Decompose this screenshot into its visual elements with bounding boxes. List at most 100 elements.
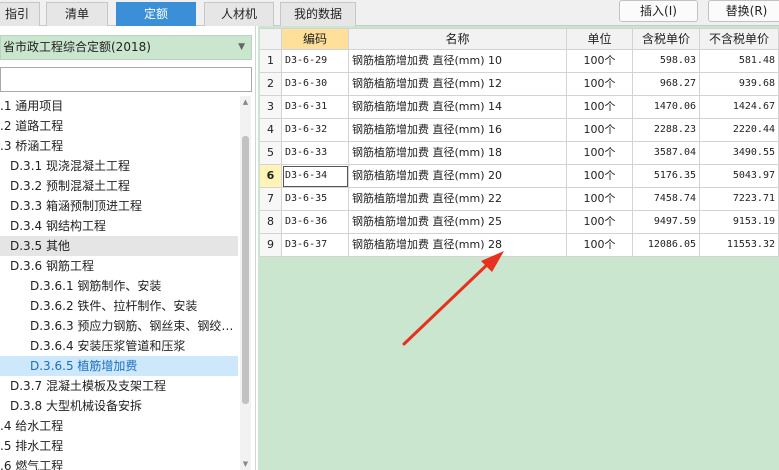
tree-item[interactable]: D.3.6 钢筋工程 (0, 256, 238, 276)
column-header-name[interactable]: 名称 (349, 28, 567, 50)
header-corner[interactable] (260, 28, 282, 50)
tree-item[interactable]: D.3.6.2 铁件、拉杆制作、安装 (0, 296, 238, 316)
tree-item-label: .6 燃气工程 (0, 459, 64, 470)
tree-item[interactable]: D.3.7 混凝土模板及支架工程 (0, 376, 238, 396)
tree-item[interactable]: D.3.2 预制混凝土工程 (0, 176, 238, 196)
row-number[interactable]: 3 (260, 96, 282, 119)
quota-library-select[interactable]: 省市政工程综合定额(2018) ▼ (0, 35, 252, 60)
cell-price_notax[interactable]: 7223.71 (700, 188, 779, 211)
cell-unit[interactable]: 100个 (567, 142, 633, 165)
tree-item[interactable]: .1 通用项目 (0, 96, 238, 116)
cell-code[interactable]: D3-6-31 (282, 96, 349, 119)
cell-name[interactable]: 钢筋植筋增加费 直径(mm) 20 (349, 165, 567, 188)
chevron-down-icon[interactable]: ▼ (238, 36, 245, 59)
tree-scrollbar[interactable]: ▲ ▼ (240, 96, 251, 470)
row-number[interactable]: 7 (260, 188, 282, 211)
quota-table-area: 编码 名称 单位 含税单价 不含税单价 1 D3-6-29 钢筋植筋增加费 直径(mm) 10… (258, 26, 779, 470)
tab-bill[interactable]: 清单 (46, 2, 108, 26)
row-number[interactable]: 9 (260, 234, 282, 257)
cell-name[interactable]: 钢筋植筋增加费 直径(mm) 14 (349, 96, 567, 119)
tab-my-data[interactable]: 我的数据 (280, 2, 356, 26)
cell-unit[interactable]: 100个 (567, 73, 633, 96)
tree-item[interactable]: D.3.6.4 安装压浆管道和压浆 (0, 336, 238, 356)
column-header-unit[interactable]: 单位 (567, 28, 633, 50)
tree-item[interactable]: D.3.6.1 钢筋制作、安装 (0, 276, 238, 296)
row-number[interactable]: 8 (260, 211, 282, 234)
cell-unit[interactable]: 100个 (567, 96, 633, 119)
tab-guide[interactable]: 指引 (0, 2, 40, 26)
scroll-up-icon[interactable]: ▲ (240, 96, 251, 108)
tree-item[interactable]: D.3.5 其他 (0, 236, 238, 256)
tree-item-label: D.3.6.4 安装压浆管道和压浆 (30, 339, 186, 353)
cell-code[interactable]: D3-6-35 (282, 188, 349, 211)
cell-price_tax[interactable]: 5176.35 (633, 165, 700, 188)
column-header-price_tax[interactable]: 含税单价 (633, 28, 700, 50)
cell-code[interactable]: D3-6-37 (282, 234, 349, 257)
cell-price_notax[interactable]: 11553.32 (700, 234, 779, 257)
tree-item[interactable]: D.3.6.3 预应力钢筋、钢丝束、钢绞… (0, 316, 238, 336)
cell-name[interactable]: 钢筋植筋增加费 直径(mm) 10 (349, 50, 567, 73)
cell-name[interactable]: 钢筋植筋增加费 直径(mm) 22 (349, 188, 567, 211)
row-number[interactable]: 4 (260, 119, 282, 142)
tree-item[interactable]: .2 道路工程 (0, 116, 238, 136)
cell-price_notax[interactable]: 1424.67 (700, 96, 779, 119)
tree-item[interactable]: .5 排水工程 (0, 436, 238, 456)
cell-name[interactable]: 钢筋植筋增加费 直径(mm) 16 (349, 119, 567, 142)
cell-price_notax[interactable]: 939.68 (700, 73, 779, 96)
cell-code[interactable]: D3-6-30 (282, 73, 349, 96)
cell-unit[interactable]: 100个 (567, 211, 633, 234)
column-header-price_notax[interactable]: 不含税单价 (700, 28, 779, 50)
tree-item[interactable]: .3 桥涵工程 (0, 136, 238, 156)
tree-item[interactable]: .6 燃气工程 (0, 456, 238, 470)
cell-name[interactable]: 钢筋植筋增加费 直径(mm) 12 (349, 73, 567, 96)
cell-unit[interactable]: 100个 (567, 234, 633, 257)
tree-item[interactable]: .4 给水工程 (0, 416, 238, 436)
tree-item[interactable]: D.3.4 钢结构工程 (0, 216, 238, 236)
cell-price_notax[interactable]: 9153.19 (700, 211, 779, 234)
cell-price_tax[interactable]: 3587.04 (633, 142, 700, 165)
cell-name[interactable]: 钢筋植筋增加费 直径(mm) 18 (349, 142, 567, 165)
tree-item-label: D.3.6.1 钢筋制作、安装 (30, 279, 162, 293)
cell-code[interactable]: D3-6-33 (282, 142, 349, 165)
cell-unit[interactable]: 100个 (567, 50, 633, 73)
cell-price_notax[interactable]: 5043.97 (700, 165, 779, 188)
cell-price_tax[interactable]: 968.27 (633, 73, 700, 96)
cell-unit[interactable]: 100个 (567, 119, 633, 142)
column-header-code[interactable]: 编码 (282, 28, 349, 50)
cell-price_tax[interactable]: 12086.05 (633, 234, 700, 257)
cell-name[interactable]: 钢筋植筋增加费 直径(mm) 28 (349, 234, 567, 257)
cell-name[interactable]: 钢筋植筋增加费 直径(mm) 25 (349, 211, 567, 234)
cell-code[interactable]: D3-6-34 (282, 165, 349, 188)
tree-item[interactable]: D.3.1 现浇混凝土工程 (0, 156, 238, 176)
search-input[interactable] (0, 67, 252, 92)
cell-price_notax[interactable]: 3490.55 (700, 142, 779, 165)
cell-price_tax[interactable]: 1470.06 (633, 96, 700, 119)
row-number[interactable]: 6 (260, 165, 282, 188)
row-number[interactable]: 2 (260, 73, 282, 96)
tree-item-label: .3 桥涵工程 (0, 139, 64, 153)
scroll-down-icon[interactable]: ▼ (240, 458, 251, 470)
tab-labor-material-machine[interactable]: 人材机 (204, 2, 274, 26)
cell-price_notax[interactable]: 581.48 (700, 50, 779, 73)
tree-item[interactable]: D.3.8 大型机械设备安拆 (0, 396, 238, 416)
tree-item-label: D.3.2 预制混凝土工程 (10, 179, 130, 193)
tree-item[interactable]: D.3.3 箱涵预制顶进工程 (0, 196, 238, 216)
cell-code[interactable]: D3-6-36 (282, 211, 349, 234)
cell-price_notax[interactable]: 2220.44 (700, 119, 779, 142)
cell-code[interactable]: D3-6-32 (282, 119, 349, 142)
cell-unit[interactable]: 100个 (567, 165, 633, 188)
cell-price_tax[interactable]: 7458.74 (633, 188, 700, 211)
insert-button[interactable]: 插入(I) (619, 0, 698, 22)
cell-code[interactable]: D3-6-29 (282, 50, 349, 73)
cell-price_tax[interactable]: 2288.23 (633, 119, 700, 142)
cell-price_tax[interactable]: 9497.59 (633, 211, 700, 234)
cell-price_tax[interactable]: 598.03 (633, 50, 700, 73)
tree-item[interactable]: D.3.6.5 植筋增加费 (0, 356, 238, 376)
row-number[interactable]: 1 (260, 50, 282, 73)
cell-unit[interactable]: 100个 (567, 188, 633, 211)
tab-quota[interactable]: 定额 (116, 2, 196, 26)
replace-button[interactable]: 替换(R) (708, 0, 779, 22)
quota-chapter-tree: .1 通用项目 .2 道路工程 .3 桥涵工程 D.3.1 现浇混凝土工程 D.3.2 … (0, 96, 238, 470)
row-number[interactable]: 5 (260, 142, 282, 165)
scrollbar-thumb[interactable] (242, 136, 249, 404)
